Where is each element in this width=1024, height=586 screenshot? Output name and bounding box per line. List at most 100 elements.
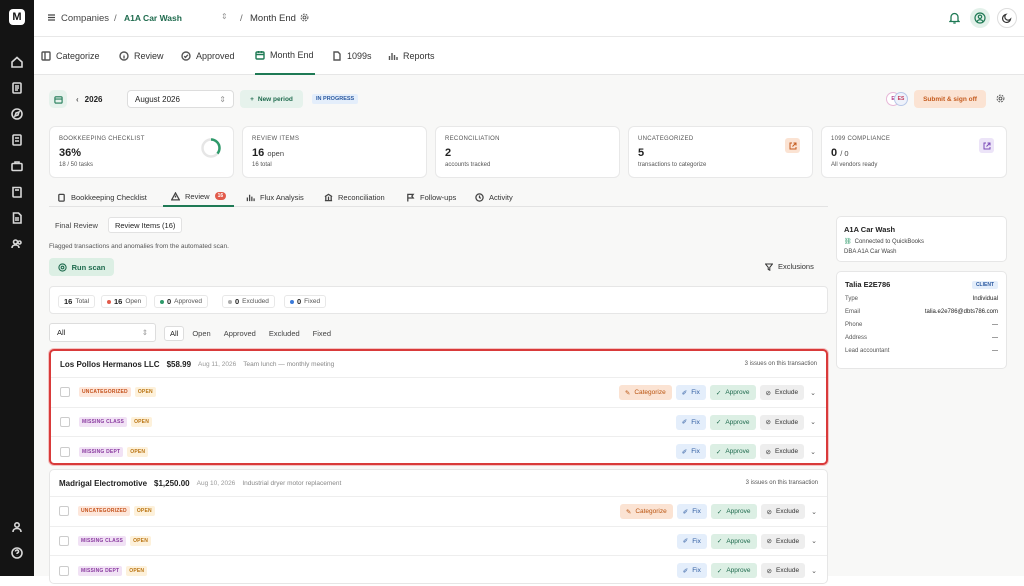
chevron-down-icon[interactable]: ⌄ — [810, 448, 816, 456]
compliance-card[interactable]: 1099 COMPLIANCE 0 / 0 All vendors ready — [821, 126, 1007, 178]
approve-button[interactable]: ✓ Approve — [710, 504, 757, 519]
users-icon[interactable] — [10, 237, 24, 251]
chevron-down-icon[interactable]: ⌄ — [810, 389, 816, 397]
stat-approved[interactable]: 0 Approved — [154, 295, 208, 308]
row-checkbox[interactable] — [59, 535, 69, 546]
chevron-down-icon[interactable]: ⌄ — [810, 418, 816, 426]
tab-activity[interactable]: Activity — [467, 187, 521, 207]
ledger-icon[interactable] — [10, 133, 24, 147]
breadcrumb-separator: / — [114, 13, 117, 24]
external-link-icon[interactable] — [785, 138, 800, 153]
chevron-down-icon[interactable]: ⌄ — [811, 537, 817, 545]
menu-icon[interactable] — [47, 13, 56, 24]
exclude-button[interactable]: ⊘ Exclude — [759, 444, 805, 459]
tab-label: Categorize — [56, 51, 100, 61]
help-icon[interactable] — [10, 546, 24, 560]
button-label: Exclude — [775, 418, 799, 426]
row-checkbox[interactable] — [60, 387, 70, 398]
user-avatar-icon[interactable] — [970, 8, 990, 28]
row-checkbox[interactable] — [59, 506, 69, 517]
categorize-button[interactable]: ✎ Categorize — [618, 385, 672, 400]
approve-button[interactable]: ✓ Approve — [709, 385, 756, 400]
new-period-button[interactable]: + New period — [240, 90, 303, 108]
book-icon[interactable] — [10, 185, 24, 199]
document-icon[interactable] — [10, 211, 24, 225]
fix-button[interactable]: ✐ Fix — [676, 533, 707, 549]
tab-review-items[interactable]: Review Items (16) — [107, 217, 183, 233]
client-phone: — — [992, 322, 998, 328]
fix-button[interactable]: ✐ Fix — [676, 504, 707, 519]
updown-icon: ⇕ — [219, 94, 226, 104]
tab-bookkeeping-checklist[interactable]: Bookkeeping Checklist — [49, 187, 155, 207]
filter-fixed[interactable]: Fixed — [308, 326, 336, 341]
fix-button[interactable]: ✐ Fix — [675, 444, 706, 459]
wand-icon: ✐ — [682, 567, 689, 575]
settings-icon[interactable] — [300, 13, 309, 24]
year-selector[interactable]: ‹ 2026 — [76, 90, 102, 108]
bar-chart-icon — [246, 194, 255, 201]
exclusions-button[interactable]: Exclusions — [765, 262, 814, 271]
notifications-icon[interactable] — [948, 12, 961, 26]
receipt-icon[interactable] — [10, 81, 24, 95]
filter-all[interactable]: All — [164, 326, 185, 341]
tab-1099s[interactable]: 1099s — [332, 37, 372, 75]
stat-excluded[interactable]: 0 Excluded — [222, 295, 275, 308]
stat-total[interactable]: 16 Total — [58, 295, 96, 308]
month-select[interactable]: August 2026 ⇕ — [127, 90, 234, 108]
transaction-group: Madrigal Electromotive $1,250.00 Aug 10,… — [49, 469, 828, 584]
external-link-icon[interactable] — [979, 138, 994, 153]
fix-button[interactable]: ✐ Fix — [675, 385, 706, 400]
tab-review[interactable]: Review — [119, 37, 164, 75]
tab-categorize[interactable]: Categorize — [41, 37, 100, 75]
exclude-button[interactable]: ⊘ Exclude — [759, 385, 805, 400]
breadcrumb-companies[interactable]: Companies — [61, 13, 109, 24]
tab-review[interactable]: Review 16 — [163, 187, 235, 207]
filter-open[interactable]: Open — [187, 326, 215, 341]
profile-icon[interactable] — [10, 520, 24, 534]
categorize-button[interactable]: ✎ Categorize — [619, 504, 673, 519]
calendar-button[interactable] — [49, 90, 67, 108]
tab-label: Review — [134, 51, 164, 61]
tab-flux-analysis[interactable]: Flux Analysis — [238, 187, 312, 207]
gear-icon[interactable] — [996, 94, 1005, 105]
uncategorized-card[interactable]: UNCATEGORIZED 5 transactions to categori… — [628, 126, 813, 178]
company-switcher-icon[interactable]: ⇕ — [221, 12, 228, 21]
tab-final-review[interactable]: Final Review — [49, 217, 104, 233]
tab-approved[interactable]: Approved — [181, 37, 235, 75]
stat-open[interactable]: 16 Open — [101, 295, 148, 308]
tab-reconciliation[interactable]: Reconciliation — [316, 187, 393, 207]
fix-button[interactable]: ✐ Fix — [675, 414, 706, 430]
review-items-card[interactable]: REVIEW ITEMS 16 open 16 total — [242, 126, 427, 178]
chevron-down-icon[interactable]: ⌄ — [811, 567, 817, 575]
run-scan-button[interactable]: Run scan — [49, 258, 114, 276]
app-logo[interactable]: M — [9, 9, 25, 25]
briefcase-icon[interactable] — [10, 159, 24, 173]
breadcrumb-company[interactable]: A1A Car Wash — [124, 13, 182, 23]
chevron-down-icon[interactable]: ⌄ — [811, 508, 817, 516]
home-icon[interactable] — [10, 55, 24, 69]
exclude-button[interactable]: ⊘ Exclude — [760, 504, 806, 519]
filter-approved[interactable]: Approved — [219, 326, 261, 341]
row-checkbox[interactable] — [60, 446, 70, 457]
filter-excluded[interactable]: Excluded — [264, 326, 305, 341]
issue-type-select[interactable]: All ⇕ — [49, 323, 156, 342]
exclude-button[interactable]: ⊘ Exclude — [760, 533, 806, 549]
compass-icon[interactable] — [10, 107, 24, 121]
button-label: Fix — [692, 508, 701, 515]
row-checkbox[interactable] — [60, 416, 70, 427]
tab-follow-ups[interactable]: Follow-ups — [398, 187, 464, 207]
tab-reports[interactable]: Reports — [388, 37, 435, 75]
checklist-card[interactable]: BOOKKEEPING CHECKLIST 36% 18 / 50 tasks — [49, 126, 234, 178]
approve-button[interactable]: ✓ Approve — [709, 414, 756, 430]
submit-signoff-button[interactable]: Submit & sign off — [914, 90, 986, 108]
dark-mode-icon[interactable] — [997, 8, 1017, 28]
eye-off-icon: ⊘ — [766, 538, 772, 545]
row-checkbox[interactable] — [59, 565, 69, 576]
approve-button[interactable]: ✓ Approve — [710, 533, 757, 549]
chevron-left-icon[interactable]: ‹ — [76, 95, 79, 104]
reconciliation-card[interactable]: RECONCILIATION 2 accounts tracked — [435, 126, 620, 178]
tab-month-end[interactable]: Month End — [255, 37, 315, 75]
approve-button[interactable]: ✓ Approve — [709, 444, 756, 459]
stat-fixed[interactable]: 0 Fixed — [284, 295, 327, 308]
exclude-button[interactable]: ⊘ Exclude — [759, 414, 805, 430]
